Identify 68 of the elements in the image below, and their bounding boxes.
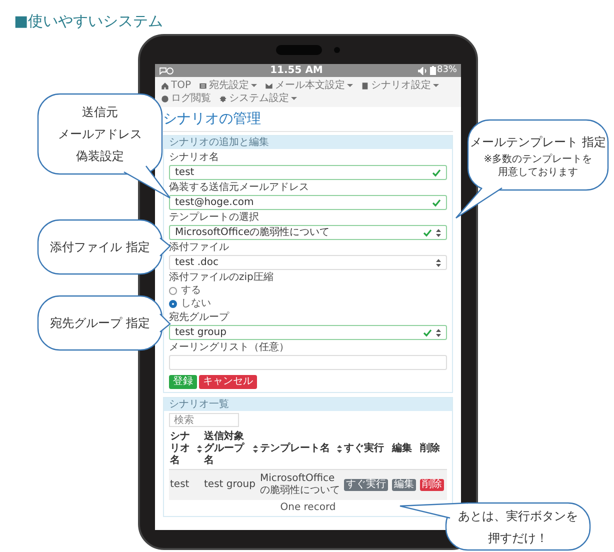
page-title: シナリオの管理 (163, 107, 453, 132)
callout-text: 偽装設定 (76, 148, 124, 165)
sort-arrows-icon (436, 258, 441, 266)
callout-text: 送信元 (82, 104, 118, 121)
envelope-icon (265, 82, 274, 90)
field-label: 偽装する送信元メールアドレス (169, 182, 310, 194)
callout-text: 押すだけ！ (488, 530, 548, 546)
sort-arrows-icon (197, 445, 202, 453)
table-cell: test (170, 479, 190, 491)
table-cell-text: MicrosoftOfficeの脆弱性について (260, 473, 341, 497)
input-field[interactable] (169, 355, 447, 370)
status-time: 11.55 AM (269, 64, 324, 76)
callout-text: 宛先グループ 指定 (50, 315, 150, 332)
field-label: 添付ファイルのzip圧縮 (169, 272, 274, 284)
callout-text: メールアドレス (58, 126, 142, 143)
search-field[interactable]: 検索 (169, 413, 239, 427)
nav-link[interactable]: メール本文設定 (265, 79, 354, 92)
panel-header: シナリオの追加と編集 (164, 136, 452, 149)
check-icon (432, 198, 441, 206)
battery-level: 83% (436, 65, 457, 76)
home-icon (161, 82, 169, 90)
callout-text: メールテンプレート 指定 (470, 134, 606, 151)
gear-icon (219, 94, 227, 102)
caret-icon (291, 97, 297, 100)
caret-icon (251, 84, 258, 87)
sort-arrows-icon (436, 228, 441, 236)
table-cell: test group (204, 479, 256, 491)
sort-arrows-icon (436, 328, 441, 336)
nav-link[interactable]: シナリオ設定 (361, 79, 440, 92)
field-label: テンプレートの選択 (169, 212, 260, 224)
panel-header: シナリオ一覧 (164, 398, 452, 411)
check-icon (423, 328, 432, 336)
sort-arrows-icon (253, 445, 258, 453)
field-label: シナリオ名 (169, 152, 220, 164)
row-action-button[interactable]: 削除 (420, 479, 444, 491)
nav-link[interactable]: TOP (161, 79, 192, 92)
form-button[interactable]: 登録 (169, 375, 197, 389)
row-action-button[interactable]: すぐ実行 (344, 479, 388, 491)
nav-link[interactable]: ログ閲覧 (161, 92, 211, 105)
callout-note: ※多数のテンプレートを (484, 153, 592, 166)
radio-option[interactable]: する (169, 285, 201, 297)
callout-note: 用意しております (498, 166, 578, 179)
input-field[interactable]: test@hoge.com (169, 195, 447, 210)
speaker-slot (276, 45, 322, 55)
nav-link[interactable]: システム設定 (219, 92, 297, 105)
select-field[interactable]: test .doc (169, 255, 447, 270)
speaker-icon (418, 66, 428, 74)
message-icon (159, 66, 175, 74)
radio-option[interactable]: しない (169, 298, 211, 310)
record-count: One record (280, 502, 336, 514)
check-icon (432, 168, 441, 176)
row-action-button[interactable]: 編集 (392, 479, 416, 491)
check-icon (423, 228, 432, 236)
field-label: メーリングリスト（任意） (169, 342, 290, 354)
field-label: 添付ファイル (169, 242, 230, 254)
battery-icon (430, 66, 436, 75)
form-button[interactable]: キャンセル (199, 375, 257, 389)
caret-icon (433, 84, 440, 87)
section-heading: ■使いやすいシステム (14, 11, 164, 32)
select-field[interactable]: test group (169, 325, 447, 340)
callout-text: あとは、実行ボタンを (458, 508, 578, 524)
caret-icon (347, 84, 354, 87)
sort-arrows-icon (337, 445, 342, 453)
field-label: 宛先グループ (169, 312, 230, 324)
nav-link[interactable]: 宛先設定 (199, 79, 258, 92)
select-field[interactable]: MicrosoftOfficeの脆弱性について (169, 225, 447, 240)
list-icon (199, 82, 208, 90)
callout-text: 添付ファイル 指定 (50, 239, 150, 256)
